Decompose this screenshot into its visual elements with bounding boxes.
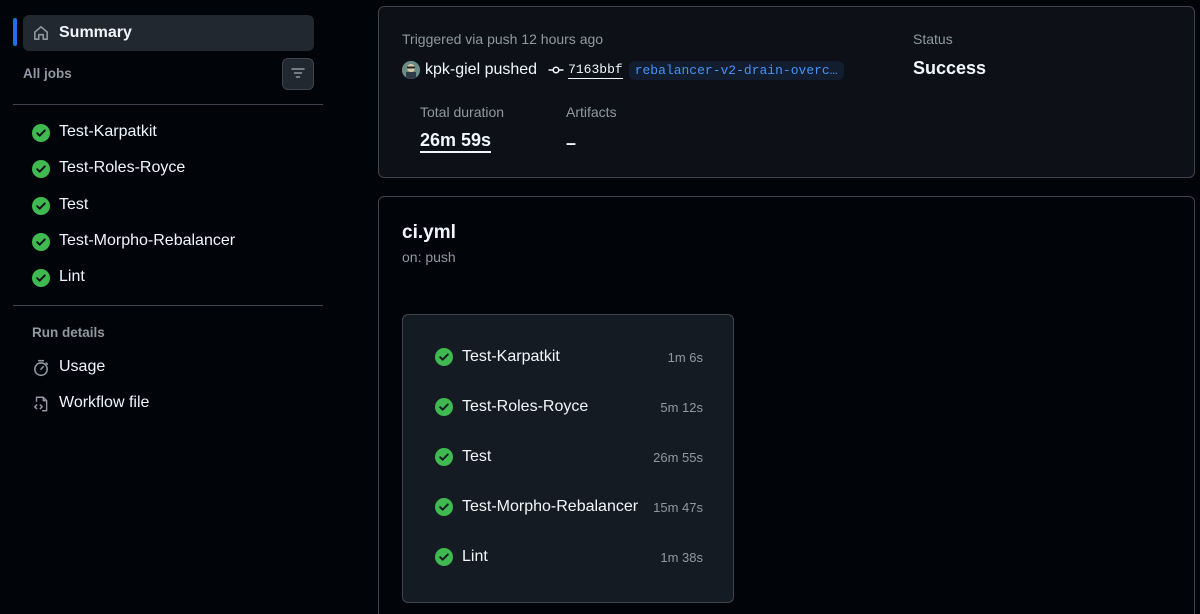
- home-icon: [32, 24, 50, 42]
- sidebar-item-label: Summary: [59, 24, 132, 41]
- sidebar-job-lint[interactable]: Lint: [23, 262, 314, 292]
- graph-job-label: Test: [462, 448, 492, 465]
- sidebar-job-label: Test-Roles-Royce: [59, 159, 186, 176]
- all-jobs-heading: All jobs: [23, 66, 72, 81]
- workflow-title: ci.yml: [402, 222, 456, 243]
- graph-job-label: Test-Karpatkit: [462, 348, 560, 365]
- graph-job-duration: 15m 47s: [653, 500, 703, 515]
- sidebar-job-label: Test-Morpho-Rebalancer: [59, 232, 236, 249]
- filter-icon: [290, 65, 306, 84]
- graph-job-duration: 26m 55s: [653, 450, 703, 465]
- sidebar-item-label: Workflow file: [59, 394, 150, 411]
- check-circle-icon: [32, 233, 50, 251]
- graph-job-label: Test-Roles-Royce: [462, 398, 589, 415]
- sidebar-job-label: Lint: [59, 268, 85, 285]
- graph-job-duration: 1m 6s: [667, 350, 703, 365]
- stopwatch-icon: [32, 359, 50, 377]
- status-value: Success: [913, 58, 987, 78]
- artifacts-value: –: [566, 133, 577, 153]
- graph-job-test-roles-royce[interactable]: Test-Roles-Royce 5m 12s: [435, 395, 703, 419]
- run-details-heading: Run details: [32, 325, 105, 340]
- total-duration-label: Total duration: [420, 104, 505, 120]
- actor-name[interactable]: kpk-giel pushed: [425, 61, 537, 79]
- check-circle-icon: [435, 498, 453, 516]
- graph-job-lint[interactable]: Lint 1m 38s: [435, 545, 703, 569]
- check-circle-icon: [32, 197, 50, 215]
- sidebar-divider: [13, 305, 323, 306]
- check-circle-icon: [435, 448, 453, 466]
- check-circle-icon: [32, 124, 50, 142]
- check-circle-icon: [435, 548, 453, 566]
- workflow-graph-card: ci.yml on: push Test-Karpatkit 1m 6s Tes…: [378, 196, 1195, 614]
- file-code-icon: [32, 395, 50, 413]
- graph-job-test[interactable]: Test 26m 55s: [435, 445, 703, 469]
- active-indicator: [13, 18, 17, 46]
- status-label: Status: [913, 31, 953, 47]
- graph-job-test-karpatkit[interactable]: Test-Karpatkit 1m 6s: [435, 345, 703, 369]
- filter-jobs-button[interactable]: [282, 58, 314, 90]
- check-circle-icon: [32, 160, 50, 178]
- job-group: Test-Karpatkit 1m 6s Test-Roles-Royce 5m…: [402, 314, 734, 603]
- total-duration-link[interactable]: 26m 59s: [420, 130, 492, 153]
- check-circle-icon: [435, 348, 453, 366]
- sidebar-job-label: Test: [59, 196, 89, 213]
- trigger-text: Triggered via push 12 hours ago: [402, 31, 604, 47]
- graph-job-duration: 1m 38s: [660, 550, 703, 565]
- artifacts-label: Artifacts: [566, 104, 617, 120]
- sidebar-divider: [13, 104, 323, 105]
- git-commit-icon: [548, 62, 564, 78]
- sidebar-item-workflow-file[interactable]: Workflow file: [23, 388, 314, 418]
- sidebar-job-test-roles-royce[interactable]: Test-Roles-Royce: [23, 153, 314, 183]
- check-circle-icon: [435, 398, 453, 416]
- sidebar-job-test[interactable]: Test: [23, 190, 314, 220]
- sidebar: Summary All jobs Test-Karpatkit Test-Rol…: [0, 0, 338, 614]
- avatar[interactable]: [402, 61, 420, 79]
- sidebar-item-summary[interactable]: Summary: [23, 15, 314, 51]
- sidebar-job-label: Test-Karpatkit: [59, 123, 157, 140]
- sidebar-job-test-karpatkit[interactable]: Test-Karpatkit: [23, 117, 314, 147]
- branch-label[interactable]: rebalancer-v2-drain-overc…: [628, 60, 844, 80]
- graph-job-label: Test-Morpho-Rebalancer: [462, 498, 639, 515]
- check-circle-icon: [32, 269, 50, 287]
- sidebar-job-test-morpho-rebalancer[interactable]: Test-Morpho-Rebalancer: [23, 226, 314, 256]
- actor-row: kpk-giel pushed 7163bbf rebalancer-v2-dr…: [402, 59, 844, 81]
- workflow-trigger: on: push: [402, 249, 456, 265]
- graph-job-duration: 5m 12s: [660, 400, 703, 415]
- sidebar-item-usage[interactable]: Usage: [23, 352, 314, 382]
- run-summary-card: Triggered via push 12 hours ago kpk-giel…: [378, 6, 1195, 178]
- sidebar-item-label: Usage: [59, 358, 106, 375]
- commit-sha-link[interactable]: 7163bbf: [568, 62, 623, 79]
- graph-job-test-morpho-rebalancer[interactable]: Test-Morpho-Rebalancer 15m 47s: [435, 495, 703, 519]
- graph-job-label: Lint: [462, 548, 488, 565]
